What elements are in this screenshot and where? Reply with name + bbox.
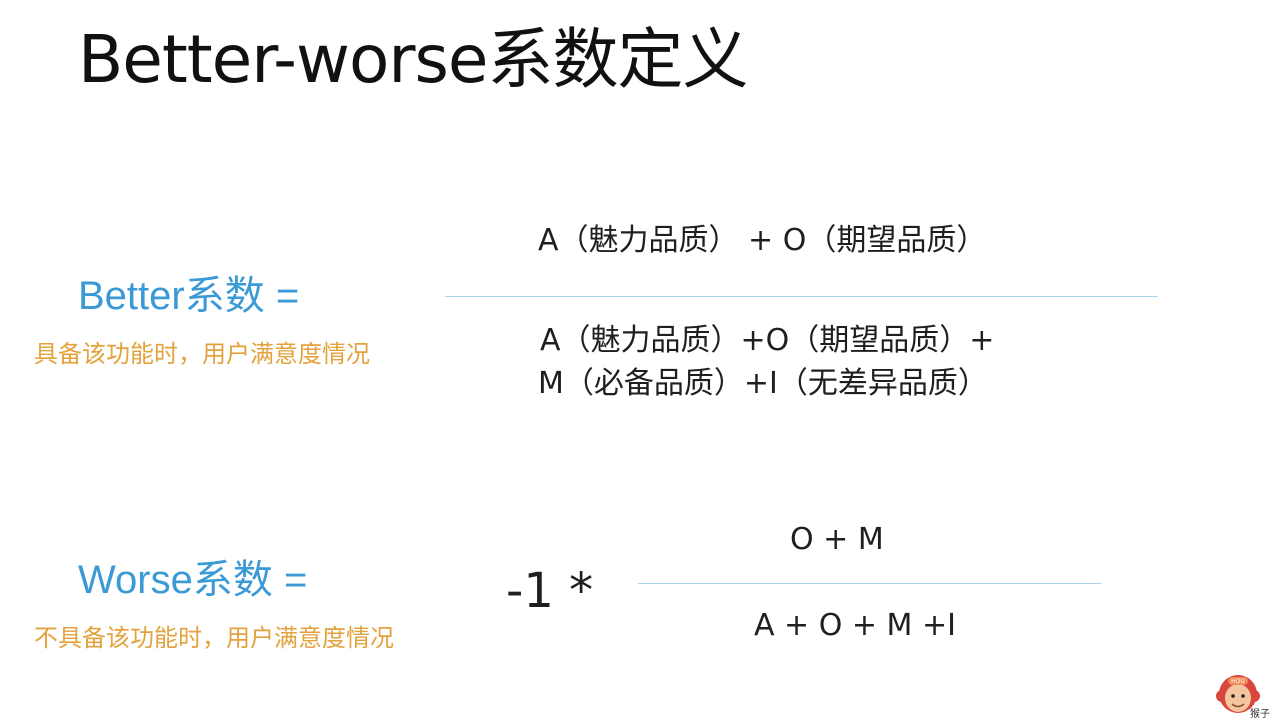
better-description: 具备该功能时，用户满意度情况 [34,340,370,368]
better-fraction-line [445,296,1158,297]
worse-multiplier: -1 * [506,563,594,619]
better-label: Better系数 = [78,274,300,318]
worse-denominator: A + O + M +I [754,608,956,643]
better-denominator-line2: M（必备品质）+I（无差异品质） [538,366,988,401]
watermark-label: 猴子 [1250,709,1270,720]
worse-numerator: O + M [790,522,884,557]
slide-title: Better-worse系数定义 [78,21,748,98]
worse-label: Worse系数 = [78,558,308,602]
worse-description: 不具备该功能时，用户满意度情况 [34,624,394,652]
better-numerator: A（魅力品质） + O（期望品质） [538,223,987,258]
watermark-badge-text: HOU [1231,678,1245,685]
worse-fraction-line [638,583,1101,584]
better-denominator-line1: A（魅力品质）+O（期望品质）+ [540,323,995,358]
